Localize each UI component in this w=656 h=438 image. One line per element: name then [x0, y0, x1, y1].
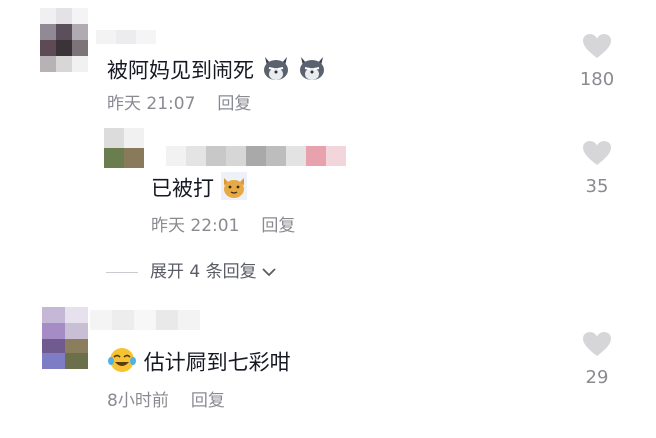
expand-replies-label: 展开 4 条回复 [150, 262, 257, 282]
timestamp: 8小时前 [107, 391, 169, 411]
username[interactable] [96, 30, 156, 44]
username[interactable] [90, 310, 200, 330]
timestamp: 昨天 21:07 [107, 94, 196, 114]
comment-text: 估计屙到七彩咁 [107, 346, 291, 381]
reply-text: 已被打 [151, 172, 247, 207]
reply-text-label: 已被打 [151, 176, 214, 201]
like-count: 29 [585, 367, 609, 388]
comment-meta: 昨天 21:07 回复 [107, 93, 251, 115]
comment-text: 被阿妈见到闹死 [107, 54, 327, 89]
heart-icon [583, 34, 611, 58]
like-button[interactable]: 29 [567, 331, 627, 389]
like-button[interactable]: 180 [567, 33, 627, 91]
comment-text-label: 估计屙到七彩咁 [143, 350, 291, 375]
reply-button[interactable]: 回复 [191, 391, 225, 411]
expand-replies-button[interactable]: 展开 4 条回复 [106, 261, 277, 283]
reply-meta: 昨天 22:01 回复 [151, 215, 295, 237]
like-button[interactable]: 35 [567, 140, 627, 198]
avatar[interactable] [104, 128, 144, 168]
laugh-cry-emoji [107, 346, 137, 381]
cat-emoji [220, 172, 247, 207]
comment-meta: 8小时前 回复 [107, 390, 225, 412]
reply-button[interactable]: 回复 [261, 216, 295, 236]
like-count: 35 [585, 176, 609, 197]
comment-text-label: 被阿妈见到闹死 [107, 58, 254, 83]
heart-icon [583, 332, 611, 356]
heart-icon [583, 141, 611, 165]
divider-line [106, 271, 138, 273]
avatar[interactable] [40, 8, 88, 72]
username[interactable] [166, 146, 346, 166]
wolf-emoji [261, 54, 291, 89]
timestamp: 昨天 22:01 [151, 216, 240, 236]
chevron-down-icon [261, 268, 276, 277]
like-count: 180 [579, 69, 615, 90]
avatar[interactable] [42, 307, 88, 369]
wolf-emoji [297, 54, 327, 89]
reply-button[interactable]: 回复 [217, 94, 251, 114]
